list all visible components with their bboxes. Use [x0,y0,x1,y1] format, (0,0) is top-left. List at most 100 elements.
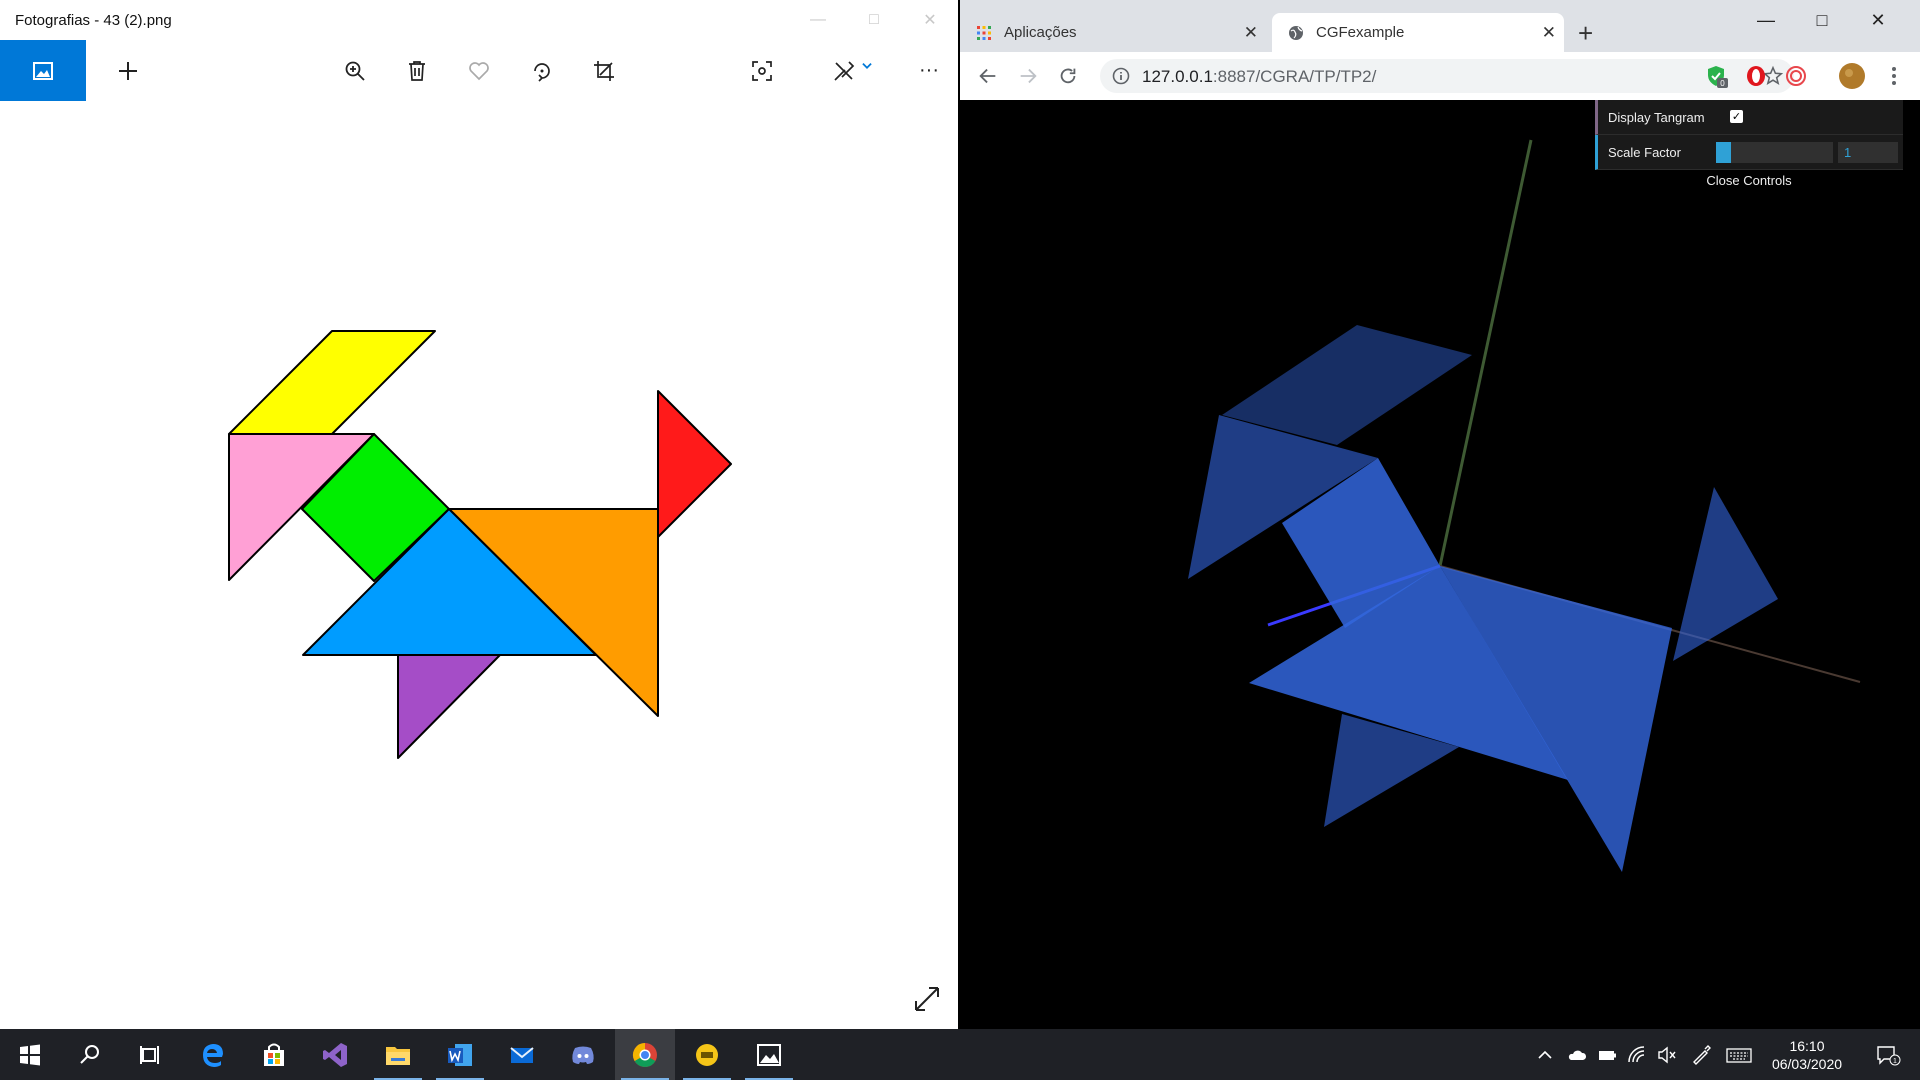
back-arrow-icon [979,68,996,84]
opera-extension-icon[interactable] [1744,64,1768,88]
volume-muted-icon [1658,1046,1676,1063]
chrome-app[interactable] [615,1029,675,1080]
collection-button[interactable] [0,40,86,101]
new-tab-button[interactable]: + [1578,18,1593,49]
minimize-button[interactable]: — [1738,0,1794,40]
rotate-icon [534,62,550,82]
clock[interactable]: 16:10 06/03/2020 [1757,1037,1857,1073]
reload-icon [1060,68,1076,84]
maximize-button[interactable]: □ [1794,0,1850,40]
action-center-button[interactable]: 1 [1866,1029,1910,1080]
battery-icon [1599,1050,1616,1060]
tangram-image [228,330,732,759]
file-explorer-app[interactable] [368,1029,428,1080]
edge-app[interactable] [183,1029,243,1080]
photos-window: Fotografias - 43 (2).png — □ ✕ ··· [0,0,958,1029]
reload-button[interactable] [1048,52,1088,100]
volume-tray-button[interactable] [1652,1029,1682,1080]
expand-icon[interactable] [910,982,944,1016]
keyboard-icon [1726,1047,1752,1063]
visual-studio-app[interactable] [306,1029,366,1080]
globe-icon [1289,25,1303,40]
scale-factor-input[interactable]: 1 [1838,142,1898,163]
mail-app[interactable] [492,1029,552,1080]
zoom-button[interactable] [326,40,384,101]
close-button[interactable]: ✕ [902,0,958,40]
yellow-app[interactable] [677,1029,737,1080]
enhance-button[interactable] [733,40,791,101]
clock-time: 16:10 [1789,1038,1825,1054]
tab-aplicacoes[interactable]: Aplicações ✕ [960,13,1266,52]
spiral-extension-icon[interactable] [1784,64,1808,88]
scale-factor-control: Scale Factor 1 [1595,135,1903,170]
profile-avatar[interactable] [1838,62,1866,90]
edit-create-icon [834,60,855,81]
mail-icon [510,1046,534,1063]
photos-titlebar: Fotografias - 43 (2).png — □ ✕ [0,0,958,40]
info-icon[interactable] [1112,67,1130,85]
tab-close-icon[interactable]: ✕ [1244,23,1258,43]
word-app[interactable] [430,1029,490,1080]
favorite-icon [469,61,489,80]
search-button[interactable] [60,1029,120,1080]
rotate-button[interactable] [513,40,571,101]
url-text[interactable]: 127.0.0.1:8887/CGRA/TP/TP2/ [1142,67,1376,87]
add-button[interactable] [99,40,157,101]
slider-fill [1716,142,1732,163]
task-view-button[interactable] [120,1029,180,1080]
pen-tray-button[interactable] [1686,1029,1716,1080]
zoom-in-icon [345,61,365,81]
folder-icon [386,1046,410,1065]
image-canvas[interactable] [0,101,958,1029]
navigation-bar: 127.0.0.1:8887/CGRA/TP/TP2/ 0 [960,52,1920,100]
edge-icon [203,1043,223,1067]
shield-extension-icon[interactable]: 0 [1704,64,1728,88]
display-tangram-control[interactable]: Display Tangram ✓ [1595,100,1903,135]
network-tray-button[interactable] [1622,1029,1652,1080]
photos-icon [757,1043,781,1066]
windows-logo-icon [20,1044,40,1065]
close-button[interactable]: ✕ [1850,0,1906,40]
minimize-button[interactable]: — [790,0,846,40]
forward-button[interactable] [1008,52,1048,100]
keyboard-tray-button[interactable] [1722,1029,1756,1080]
edit-create-button[interactable] [820,40,886,101]
address-bar[interactable]: 127.0.0.1:8887/CGRA/TP/TP2/ [1100,59,1794,93]
scene-3d [1188,139,1861,872]
cloud-icon [1568,1050,1587,1060]
webgl-canvas[interactable] [960,100,1920,1029]
discord-app[interactable] [553,1029,613,1080]
discord-icon [572,1046,594,1064]
delete-button[interactable] [388,40,446,101]
store-icon [264,1043,284,1066]
forward-arrow-icon [1020,68,1037,84]
apps-grid-icon [977,25,991,40]
maximize-button[interactable]: □ [846,0,902,40]
yellow-app-icon [696,1043,718,1066]
tab-cgfexample[interactable]: CGFexample ✕ [1272,13,1564,52]
display-tangram-checkbox[interactable]: ✓ [1730,110,1743,123]
show-hidden-icons-button[interactable] [1530,1029,1560,1080]
start-button[interactable] [0,1029,60,1080]
visual-studio-icon [323,1042,347,1067]
pen-icon [1693,1044,1711,1065]
tangram-purple-triangle [397,654,501,759]
tangram-yellow-parallelogram [228,330,436,435]
close-controls-button[interactable]: Close Controls [1595,170,1903,192]
favorite-button[interactable] [450,40,508,101]
photos-app[interactable] [739,1029,799,1080]
onedrive-tray-button[interactable] [1562,1029,1592,1080]
back-button[interactable] [968,52,1008,100]
crop-button[interactable] [575,40,633,101]
clock-date: 06/03/2020 [1771,1056,1843,1072]
url-host: 127.0.0.1 [1142,67,1213,86]
more-button[interactable]: ··· [900,40,958,101]
store-app[interactable] [244,1029,304,1080]
scale-factor-slider[interactable] [1716,142,1833,163]
menu-icon[interactable] [1882,64,1906,88]
delete-icon [409,60,425,81]
battery-tray-button[interactable] [1592,1029,1622,1080]
photos-window-title: Fotografias - 43 (2).png [15,12,172,29]
tab-close-icon[interactable]: ✕ [1542,23,1556,43]
chrome-icon [632,1042,657,1067]
